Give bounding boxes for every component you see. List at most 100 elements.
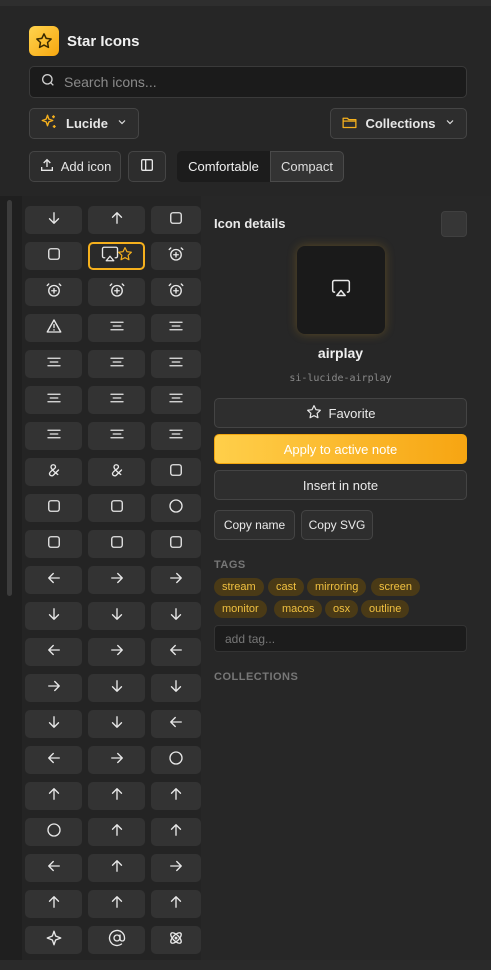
icon-grid-cell[interactable] [151, 314, 201, 342]
icon-grid-cell[interactable] [151, 854, 201, 882]
toggle-panel-button[interactable] [128, 151, 166, 182]
icon-grid-cell[interactable] [151, 710, 201, 738]
icon-grid-cell[interactable] [25, 278, 82, 306]
tag-chip[interactable]: osx [325, 600, 359, 618]
icon-grid-cell[interactable] [25, 638, 82, 666]
icon-grid-cell[interactable] [88, 926, 145, 954]
arrow-down-z-a-icon [45, 713, 63, 736]
icon-grid-cell[interactable] [25, 890, 82, 918]
upload-icon [39, 157, 55, 176]
density-compact-button[interactable]: Compact [270, 151, 344, 182]
icon-grid-cell[interactable] [25, 854, 82, 882]
icon-grid-cell[interactable] [88, 854, 145, 882]
icon-grid-cell[interactable] [151, 530, 201, 558]
density-comfortable-button[interactable]: Comfortable [177, 151, 270, 182]
icon-grid-cell[interactable] [88, 242, 145, 270]
icon-grid-cell[interactable] [88, 638, 145, 666]
icon-grid-cell[interactable] [25, 602, 82, 630]
tag-chip[interactable]: outline [361, 600, 410, 618]
icon-grid-cell[interactable] [88, 818, 145, 846]
icon-grid-cell[interactable] [88, 422, 145, 450]
icon-grid-cell[interactable] [88, 602, 145, 630]
icon-grid-cell[interactable] [88, 890, 145, 918]
icon-grid-cell[interactable] [151, 422, 201, 450]
apply-to-note-button[interactable]: Apply to active note [214, 434, 467, 464]
icon-grid-cell[interactable] [88, 350, 145, 378]
icon-grid-cell[interactable] [25, 926, 82, 954]
icon-grid-cell[interactable] [151, 494, 201, 522]
icon-grid-cell[interactable] [88, 530, 145, 558]
copy-name-button[interactable]: Copy name [214, 510, 295, 540]
icon-grid-cell[interactable] [25, 314, 82, 342]
icon-grid-cell[interactable] [25, 242, 82, 270]
icon-grid-cell[interactable] [88, 566, 145, 594]
icon-grid-cell[interactable] [25, 746, 82, 774]
icon-grid-cell[interactable] [151, 458, 201, 486]
icon-grid-cell[interactable] [25, 782, 82, 810]
grid-scrollbar[interactable] [7, 200, 12, 596]
icon-grid-cell[interactable] [25, 386, 82, 414]
icon-grid-cell[interactable] [151, 206, 201, 234]
tag-chip[interactable]: monitor [214, 600, 267, 618]
icon-grid-cell[interactable] [25, 494, 82, 522]
icon-grid-cell[interactable] [88, 710, 145, 738]
arrow-big-right-dash-icon [167, 569, 185, 592]
add-tag-input[interactable] [215, 626, 466, 651]
sparkles-icon [40, 113, 58, 134]
icon-grid-cell[interactable] [88, 314, 145, 342]
arrow-up-1-0-icon [167, 785, 185, 808]
icon-grid-cell[interactable] [88, 278, 145, 306]
search-box[interactable] [29, 66, 467, 98]
tag-chip[interactable]: screen [371, 578, 421, 596]
icon-grid-cell[interactable] [151, 674, 201, 702]
icon-name: airplay [317, 345, 364, 361]
icon-grid-cell[interactable] [151, 566, 201, 594]
icon-grid-cell[interactable] [88, 674, 145, 702]
add-tag-field[interactable] [214, 625, 467, 652]
icon-grid-cell[interactable] [25, 422, 82, 450]
collections-heading: COLLECTIONS [214, 671, 299, 683]
icon-grid-cell[interactable] [151, 278, 201, 306]
icon-grid-cell[interactable] [25, 206, 82, 234]
search-input[interactable] [64, 74, 444, 90]
icon-grid-cell[interactable] [88, 458, 145, 486]
icon-grid-cell[interactable] [88, 386, 145, 414]
icon-grid-cell[interactable] [25, 458, 82, 486]
icon-grid-cell[interactable] [88, 782, 145, 810]
tag-chip[interactable]: cast [268, 578, 305, 596]
case-sensitive-icon [167, 209, 185, 232]
icon-grid-cell[interactable] [151, 818, 201, 846]
close-details-button[interactable] [441, 211, 467, 237]
icon-grid-cell[interactable] [88, 494, 145, 522]
tag-chip[interactable]: mirroring [307, 578, 367, 596]
favorite-button[interactable]: Favorite [214, 398, 467, 428]
insert-in-note-button[interactable]: Insert in note [214, 470, 467, 500]
app-title: Star Icons [67, 32, 140, 50]
icon-grid-cell[interactable] [151, 602, 201, 630]
icon-grid-cell[interactable] [151, 350, 201, 378]
add-icon-button[interactable]: Add icon [29, 151, 121, 182]
icon-grid-cell[interactable] [151, 242, 201, 270]
icon-grid-cell[interactable] [25, 818, 82, 846]
collections-dropdown[interactable]: Collections [330, 108, 467, 139]
copy-svg-button[interactable]: Copy SVG [301, 510, 373, 540]
aperture-icon [167, 497, 185, 520]
icon-grid-cell[interactable] [88, 746, 145, 774]
tag-chip[interactable]: macos [274, 600, 323, 618]
icon-grid-cell[interactable] [151, 386, 201, 414]
icon-grid-cell[interactable] [151, 746, 201, 774]
icon-grid-cell[interactable] [151, 638, 201, 666]
icon-grid-cell[interactable] [151, 782, 201, 810]
icon-grid-cell[interactable] [25, 710, 82, 738]
library-dropdown[interactable]: Lucide [29, 108, 139, 139]
icon-grid-cell[interactable] [25, 566, 82, 594]
icon-grid-cell[interactable] [25, 530, 82, 558]
icon-grid-cell[interactable] [151, 890, 201, 918]
anvil-icon [108, 497, 126, 520]
icon-grid-cell[interactable] [88, 206, 145, 234]
icon-grid-cell[interactable] [151, 926, 201, 954]
arrow-down-0-1-icon [45, 605, 63, 628]
icon-grid-cell[interactable] [25, 350, 82, 378]
icon-grid-cell[interactable] [25, 674, 82, 702]
tag-chip[interactable]: stream [214, 578, 264, 596]
